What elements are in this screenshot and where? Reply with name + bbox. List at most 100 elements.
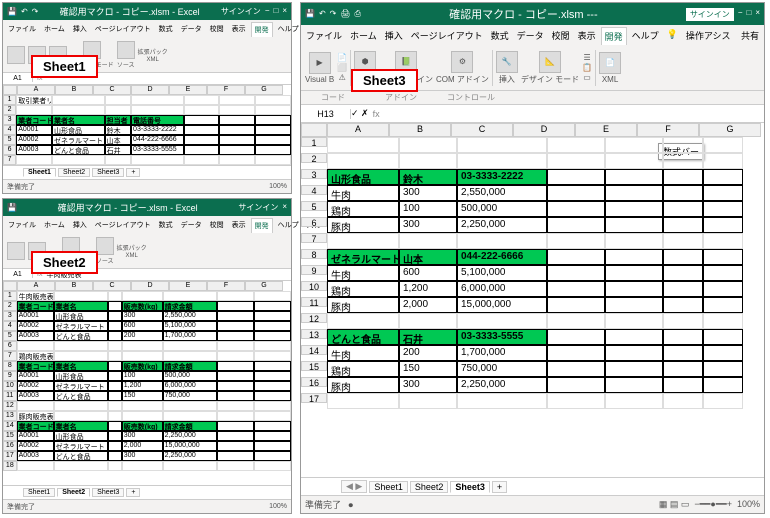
cell[interactable] — [217, 371, 254, 381]
cell[interactable]: 石井 — [399, 329, 457, 345]
cell[interactable] — [605, 313, 663, 329]
cell[interactable] — [254, 451, 291, 461]
tab-dev[interactable]: 開発 — [251, 22, 273, 37]
cell[interactable]: 044-222-6666 — [457, 249, 547, 265]
cell[interactable] — [663, 329, 703, 345]
cell[interactable] — [254, 311, 291, 321]
cell[interactable] — [219, 155, 255, 165]
cell[interactable] — [255, 135, 291, 145]
cell[interactable] — [17, 341, 54, 351]
cell[interactable] — [217, 391, 254, 401]
cell[interactable]: 請求金額 — [163, 301, 217, 311]
cell[interactable]: どんと食品 — [54, 391, 108, 401]
cell[interactable]: 鶏肉 — [327, 281, 399, 297]
cell[interactable] — [255, 95, 291, 105]
cell[interactable]: 業者名 — [54, 301, 108, 311]
cell[interactable] — [108, 451, 122, 461]
cell[interactable] — [663, 169, 703, 185]
cell[interactable] — [219, 105, 255, 115]
cell[interactable] — [255, 115, 291, 125]
cell[interactable]: 石井 — [105, 145, 131, 155]
cell[interactable] — [105, 95, 131, 105]
cell[interactable] — [605, 393, 663, 409]
cell[interactable]: 15,000,000 — [163, 441, 217, 451]
cell[interactable] — [605, 361, 663, 377]
cell[interactable] — [219, 115, 255, 125]
sheet-tab-3[interactable]: Sheet3 — [450, 481, 490, 493]
cell[interactable] — [327, 313, 399, 329]
cell[interactable]: 5,100,000 — [163, 321, 217, 331]
cell[interactable] — [108, 311, 122, 321]
cell[interactable] — [663, 361, 703, 377]
cell[interactable] — [703, 185, 743, 201]
cell[interactable] — [547, 377, 605, 393]
cell[interactable]: 2,550,000 — [163, 311, 217, 321]
cell[interactable]: 5,100,000 — [457, 265, 547, 281]
cell[interactable] — [16, 105, 52, 115]
cell[interactable] — [217, 401, 254, 411]
cell[interactable] — [605, 377, 663, 393]
cell[interactable]: A0001 — [17, 431, 54, 441]
cell[interactable]: 鶏肉 — [327, 201, 399, 217]
cell[interactable] — [547, 153, 605, 169]
cell[interactable] — [547, 329, 605, 345]
cell[interactable] — [254, 421, 291, 431]
cell[interactable] — [457, 313, 547, 329]
cell[interactable] — [217, 421, 254, 431]
cell[interactable]: 山本 — [399, 249, 457, 265]
cell[interactable] — [105, 105, 131, 115]
cell[interactable]: A0001 — [16, 125, 52, 135]
cell[interactable] — [163, 341, 217, 351]
cell[interactable]: 山形食品 — [54, 431, 108, 441]
cell[interactable] — [703, 169, 743, 185]
cell[interactable] — [547, 185, 605, 201]
cell[interactable] — [547, 249, 605, 265]
cell[interactable] — [605, 249, 663, 265]
cell[interactable] — [52, 95, 105, 105]
cell[interactable]: 業者コード — [17, 361, 54, 371]
cell[interactable]: 業者名 — [52, 115, 105, 125]
cell[interactable]: 2,000 — [399, 297, 457, 313]
cell[interactable] — [547, 345, 605, 361]
cell[interactable]: A0003 — [16, 145, 52, 155]
cell[interactable]: 300 — [399, 185, 457, 201]
cell[interactable] — [217, 321, 254, 331]
cell[interactable] — [108, 381, 122, 391]
cell[interactable] — [703, 249, 743, 265]
cell[interactable]: 山形食品 — [54, 371, 108, 381]
cell[interactable] — [703, 377, 743, 393]
cell[interactable] — [184, 145, 220, 155]
cell[interactable]: 販売数(kg) — [122, 361, 163, 371]
cell[interactable] — [254, 411, 291, 421]
cell[interactable] — [457, 153, 547, 169]
cell[interactable] — [605, 201, 663, 217]
cell[interactable] — [663, 201, 703, 217]
cell[interactable] — [184, 125, 220, 135]
cell[interactable]: 03-3333-2222 — [457, 169, 547, 185]
cell[interactable] — [605, 281, 663, 297]
cell[interactable]: A0002 — [17, 321, 54, 331]
cell[interactable]: A0001 — [17, 311, 54, 321]
signin-button[interactable]: サインイン — [686, 8, 734, 21]
cell[interactable]: 2,550,000 — [457, 185, 547, 201]
cell[interactable] — [131, 95, 184, 105]
namebox[interactable]: H13 — [301, 109, 351, 119]
signin[interactable]: サインイン — [221, 6, 261, 17]
cell[interactable] — [108, 371, 122, 381]
cell[interactable]: どんと食品 — [54, 451, 108, 461]
cell[interactable] — [254, 361, 291, 371]
cell[interactable] — [108, 351, 122, 361]
insert-control-icon[interactable]: 🔧 — [496, 51, 518, 73]
cell[interactable]: 750,000 — [163, 391, 217, 401]
cell[interactable]: 業者コード — [16, 115, 52, 125]
cell[interactable] — [16, 155, 52, 165]
cell[interactable] — [108, 431, 122, 441]
cell[interactable] — [547, 361, 605, 377]
cell[interactable] — [217, 301, 254, 311]
cell[interactable] — [254, 351, 291, 361]
cell[interactable] — [254, 441, 291, 451]
cell[interactable] — [54, 411, 108, 421]
cell[interactable]: 150 — [122, 391, 163, 401]
cell[interactable] — [703, 313, 743, 329]
cell[interactable]: ゼネラルマート — [54, 381, 108, 391]
